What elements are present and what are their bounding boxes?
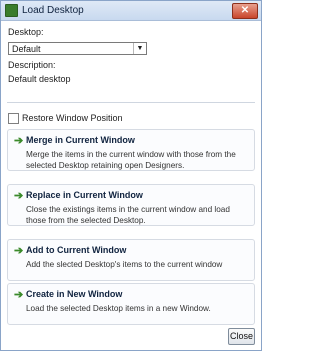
description-value: Default desktop [8, 74, 71, 84]
add-to-current-window-option[interactable]: ➔ Add to Current Window Add the slected … [7, 239, 255, 281]
option-description: Load the selected Desktop items in a new… [26, 304, 211, 313]
option-title: Add to Current Window [26, 245, 127, 255]
desktop-label: Desktop: [8, 27, 44, 37]
option-title: Create in New Window [26, 289, 123, 299]
arrow-right-icon: ➔ [14, 190, 24, 202]
desktop-select[interactable]: Default ▼ [8, 42, 147, 55]
option-description: Add the slected Desktop's items to the c… [26, 260, 223, 269]
create-in-new-window-option[interactable]: ➔ Create in New Window Load the selected… [7, 283, 255, 325]
window-close-button[interactable]: ✕ [232, 2, 258, 19]
arrow-right-icon: ➔ [14, 289, 24, 301]
close-button[interactable]: Close [228, 328, 255, 345]
desktop-select-value: Default [12, 43, 41, 54]
load-desktop-window: Load Desktop ✕ Desktop: Default ▼ Descri… [0, 0, 262, 351]
chevron-down-icon[interactable]: ▼ [133, 43, 146, 54]
dialog-content: Desktop: Default ▼ Description: Default … [1, 21, 261, 350]
title-bar: Load Desktop ✕ [1, 1, 261, 21]
app-icon [5, 4, 18, 17]
arrow-right-icon: ➔ [14, 135, 24, 147]
merge-in-current-window-option[interactable]: ➔ Merge in Current Window Merge the item… [7, 129, 255, 171]
description-label: Description: [8, 60, 56, 70]
restore-window-checkbox[interactable] [8, 113, 19, 124]
option-title: Replace in Current Window [26, 190, 143, 200]
arrow-right-icon: ➔ [14, 245, 24, 257]
option-title: Merge in Current Window [26, 135, 135, 145]
restore-window-label[interactable]: Restore Window Position [22, 113, 123, 123]
window-title: Load Desktop [22, 5, 84, 16]
option-description: Merge the items in the current window wi… [26, 150, 236, 170]
option-description: Close the existings items in the current… [26, 205, 230, 225]
divider [7, 102, 255, 103]
replace-in-current-window-option[interactable]: ➔ Replace in Current Window Close the ex… [7, 184, 255, 226]
